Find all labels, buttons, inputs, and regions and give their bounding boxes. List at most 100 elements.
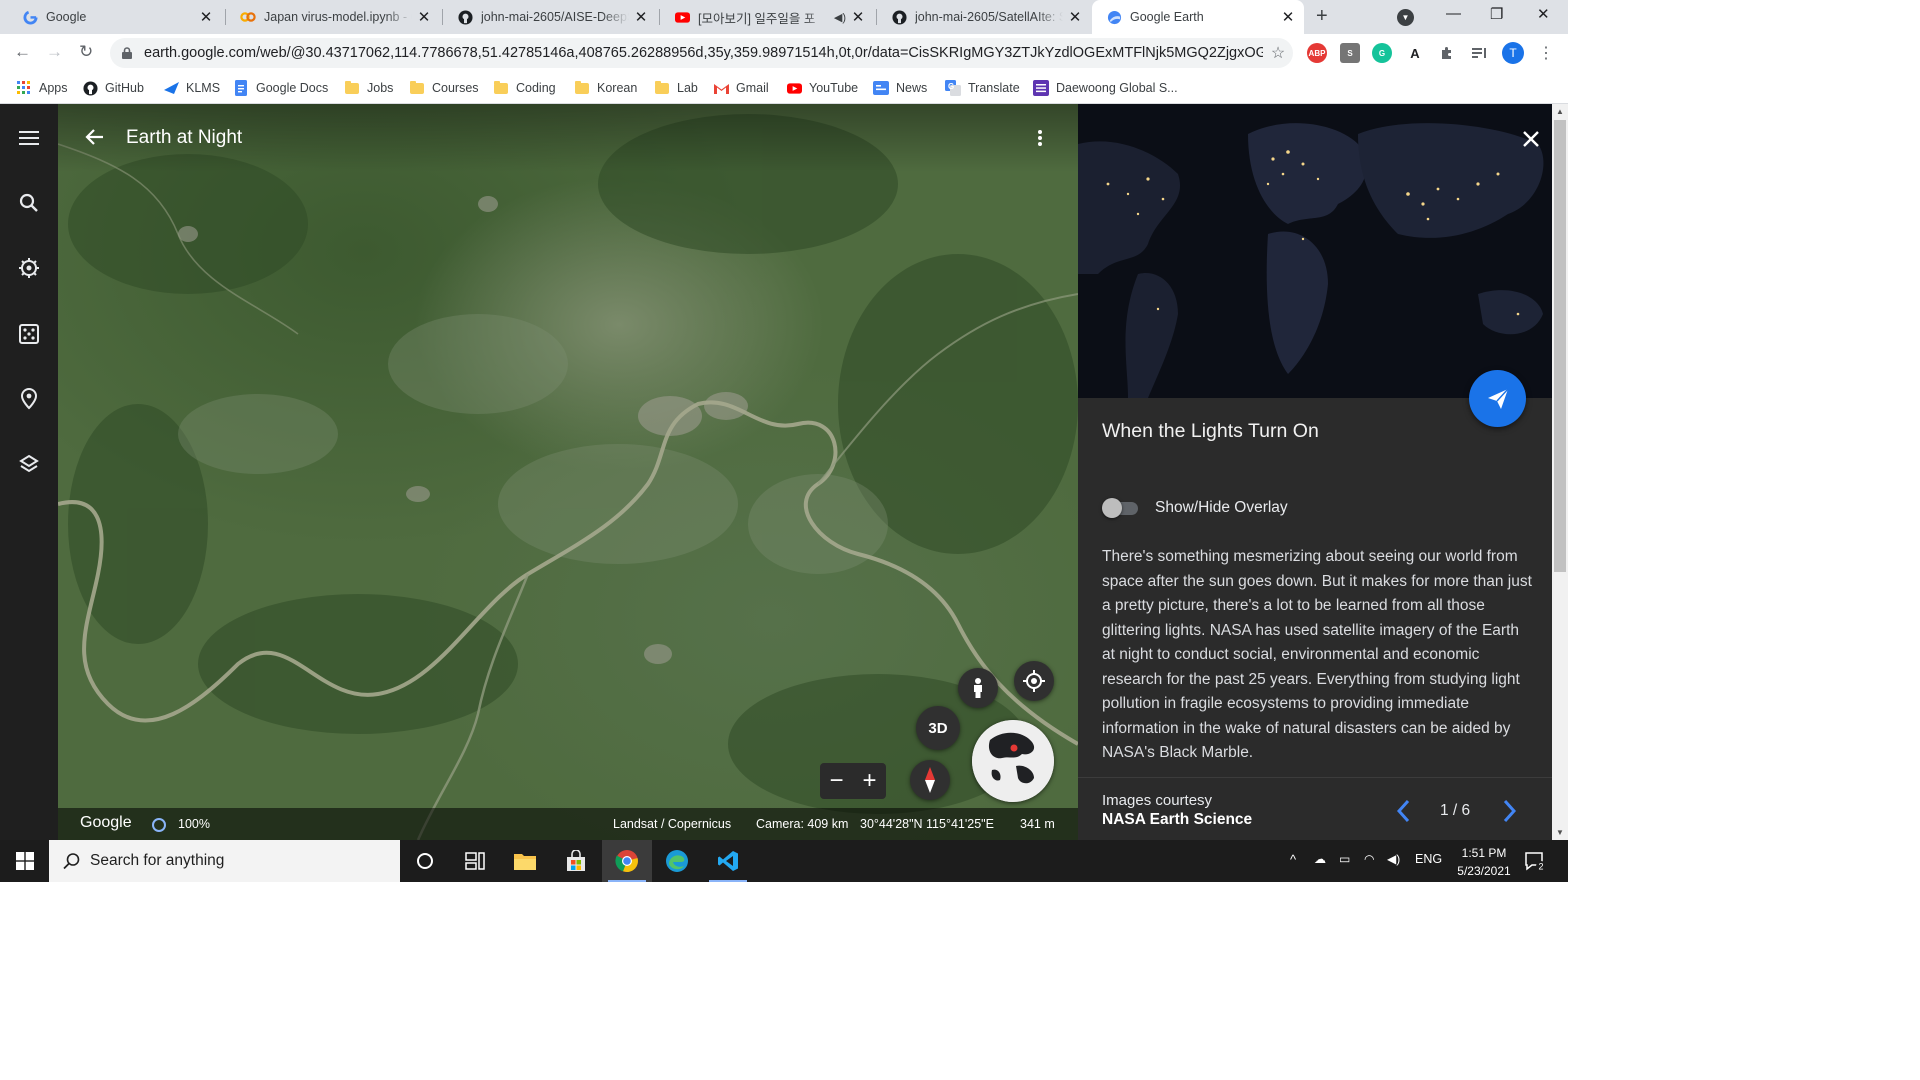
svg-text:G: G — [948, 82, 954, 91]
bookmark-folder-coding[interactable]: Coding — [493, 78, 556, 98]
scale-label[interactable]: 341 m — [1020, 817, 1055, 831]
satellite-map-view[interactable]: Earth at Night 3D − + Google 100% Landsa… — [58, 104, 1078, 840]
overview-globe[interactable] — [972, 720, 1054, 802]
bookmark-star-icon[interactable]: ☆ — [1263, 43, 1293, 63]
input-language[interactable]: ENG — [1415, 852, 1442, 866]
tab-colab[interactable]: Japan virus-model.ipynb - C ✕ — [226, 0, 440, 34]
cortana-icon[interactable] — [400, 840, 450, 882]
search-icon[interactable] — [14, 188, 44, 218]
close-tab-icon[interactable]: ✕ — [633, 8, 649, 26]
scrollbar-thumb[interactable] — [1554, 120, 1566, 572]
overlay-toggle-switch[interactable] — [1102, 498, 1138, 518]
battery-icon[interactable]: ▭ — [1339, 852, 1350, 866]
wifi-icon[interactable]: ◠ — [1364, 852, 1374, 866]
bookmark-github[interactable]: GitHub — [82, 78, 144, 98]
extensions-puzzle-icon[interactable] — [1437, 43, 1457, 63]
back-arrow-icon[interactable]: ← — [14, 42, 31, 62]
scroll-up-arrow-icon[interactable]: ▲ — [1556, 107, 1564, 116]
projects-pin-icon[interactable] — [14, 384, 44, 414]
lock-icon — [122, 47, 132, 59]
scroll-down-arrow-icon[interactable]: ▼ — [1556, 828, 1564, 837]
compass-icon[interactable] — [910, 760, 950, 800]
klms-icon — [163, 80, 179, 96]
forward-arrow-icon[interactable]: → — [46, 42, 63, 62]
voyager-icon[interactable] — [14, 253, 44, 283]
zoom-out-button[interactable]: − — [829, 767, 843, 795]
notification-center-icon[interactable]: 2 — [1524, 850, 1546, 872]
bookmark-daewoong[interactable]: Daewoong Global S... — [1033, 78, 1178, 98]
close-tab-icon[interactable]: ✕ — [198, 8, 214, 26]
close-tab-icon[interactable]: ✕ — [416, 8, 432, 26]
imagery-attribution[interactable]: Landsat / Copernicus — [613, 817, 731, 831]
file-explorer-icon[interactable] — [500, 840, 550, 882]
chrome-taskbar-icon[interactable] — [602, 840, 652, 882]
show-hidden-icons-chevron[interactable]: ^ — [1290, 852, 1296, 867]
tab-google[interactable]: Google ✕ — [8, 0, 222, 34]
close-tab-icon[interactable]: ✕ — [1067, 8, 1083, 26]
tab-github-satellaite[interactable]: john-mai-2605/SatellAIte: S ✕ — [877, 0, 1091, 34]
tab-title: Google Earth — [1130, 10, 1204, 24]
clock-time: 1:51 PM — [1461, 846, 1507, 860]
reload-icon[interactable]: ↻ — [79, 42, 93, 62]
windows-start-icon[interactable] — [0, 840, 49, 882]
bookmark-klms[interactable]: KLMS — [163, 78, 220, 98]
bookmark-gmail[interactable]: Gmail — [713, 78, 769, 98]
map-style-layers-icon[interactable] — [14, 449, 44, 479]
close-tab-icon[interactable]: ✕ — [850, 8, 866, 26]
browser-menu-icon[interactable]: ⋮ — [1538, 43, 1554, 63]
bookmark-folder-lab[interactable]: Lab — [654, 78, 698, 98]
tab-google-earth[interactable]: Google Earth ✕ — [1092, 0, 1304, 34]
bookmark-youtube[interactable]: YouTube — [786, 78, 858, 98]
taskbar-search-box[interactable]: Search for anything — [49, 840, 400, 882]
feeling-lucky-icon[interactable] — [14, 319, 44, 349]
close-panel-icon[interactable] — [1520, 128, 1542, 150]
pegman-icon[interactable] — [958, 668, 998, 708]
address-bar[interactable]: earth.google.com/web/@30.43717062,114.77… — [110, 38, 1293, 68]
my-location-icon[interactable] — [1014, 661, 1054, 701]
adblock-plus-icon[interactable]: ABP — [1307, 43, 1327, 63]
story-title: Earth at Night — [126, 127, 243, 148]
minimize-icon[interactable]: — — [1446, 5, 1461, 22]
system-clock[interactable]: 1:51 PM 5/23/2021 — [1440, 844, 1528, 880]
tab-youtube[interactable]: [모아보기] 일주일을 포 ◀) ✕ — [660, 0, 874, 34]
zoom-in-button[interactable]: + — [862, 767, 876, 795]
read-aloud-icon[interactable]: A — [1405, 43, 1425, 63]
more-options-icon[interactable] — [1032, 128, 1048, 148]
clock-date: 5/23/2021 — [1457, 864, 1511, 878]
grammarly-icon[interactable]: G — [1372, 43, 1392, 63]
tab-github-aise[interactable]: john-mai-2605/AISE-DeepS ✕ — [443, 0, 657, 34]
previous-chevron-icon[interactable] — [1396, 799, 1410, 823]
onedrive-cloud-icon[interactable]: ☁ — [1314, 852, 1326, 866]
menu-icon[interactable] — [14, 123, 44, 153]
bookmark-news[interactable]: News — [873, 78, 927, 98]
profile-avatar[interactable]: T — [1502, 42, 1524, 64]
volume-icon[interactable]: ◀) — [1387, 852, 1400, 866]
speaker-icon[interactable]: ◀) — [834, 11, 846, 24]
window-close-icon[interactable]: ✕ — [1537, 5, 1550, 23]
card-title: When the Lights Turn On — [1102, 420, 1319, 442]
new-tab-plus-icon[interactable]: + — [1316, 5, 1328, 28]
bookmark-google-docs[interactable]: Google Docs — [233, 78, 328, 98]
restore-icon[interactable]: ❐ — [1490, 5, 1503, 23]
share-send-button[interactable] — [1469, 370, 1526, 427]
3d-toggle-button[interactable]: 3D — [916, 706, 960, 750]
microsoft-store-icon[interactable] — [551, 840, 601, 882]
translate-icon: G — [945, 80, 961, 96]
bookmark-apps[interactable]: Apps — [16, 78, 68, 98]
reading-list-icon[interactable] — [1469, 43, 1489, 63]
page-scrollbar[interactable]: ▲ ▼ — [1552, 104, 1568, 840]
next-chevron-icon[interactable] — [1503, 799, 1517, 823]
task-view-icon[interactable] — [450, 840, 500, 882]
bookmark-folder-courses[interactable]: Courses — [409, 78, 479, 98]
google-docs-icon — [233, 80, 249, 96]
loading-ring-icon — [152, 818, 166, 832]
edge-icon[interactable] — [652, 840, 702, 882]
close-tab-icon[interactable]: ✕ — [1280, 8, 1296, 26]
extension-s-icon[interactable]: S — [1340, 43, 1360, 63]
back-arrow-icon[interactable] — [84, 126, 106, 148]
tab-search-icon[interactable]: ▼ — [1397, 9, 1414, 26]
bookmark-translate[interactable]: G Translate — [945, 78, 1020, 98]
vscode-icon[interactable] — [703, 840, 753, 882]
bookmark-folder-jobs[interactable]: Jobs — [344, 78, 393, 98]
bookmark-folder-korean[interactable]: Korean — [574, 78, 637, 98]
